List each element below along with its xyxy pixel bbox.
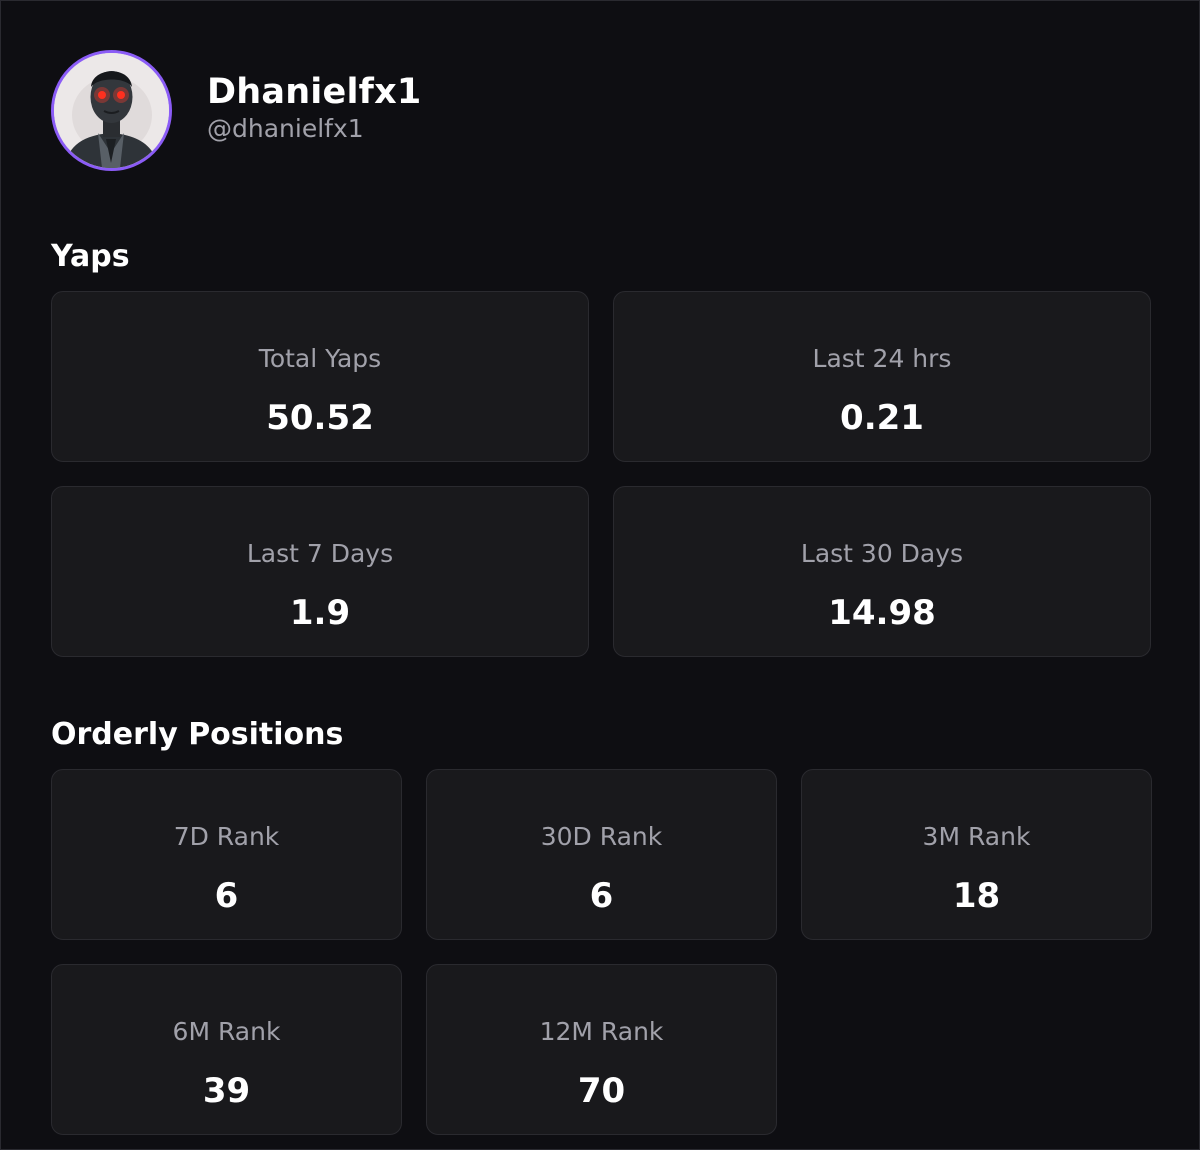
card-value: 6: [589, 876, 614, 916]
last-7-days-card: Last 7 Days 1.9: [51, 486, 589, 657]
card-label: Last 7 Days: [246, 539, 394, 568]
card-label: Last 30 Days: [800, 539, 964, 568]
profile-names: Dhanielfx1 @dhanielfx1: [207, 70, 421, 145]
profile-stats-panel: Dhanielfx1 @dhanielfx1 Yaps Total Yaps 5…: [0, 0, 1200, 1150]
user-handle[interactable]: @dhanielfx1: [207, 113, 421, 145]
card-label: Total Yaps: [258, 344, 382, 373]
card-value: 39: [202, 1071, 251, 1111]
card-value: 6: [214, 876, 239, 916]
user-avatar-icon: [54, 53, 169, 168]
profile-header: Dhanielfx1 @dhanielfx1: [51, 50, 421, 171]
card-label: 6M Rank: [172, 1017, 281, 1046]
yaps-section-title: Yaps: [51, 239, 130, 274]
rank-30d-card: 30D Rank 6: [426, 769, 777, 940]
last-24-hrs-card: Last 24 hrs 0.21: [613, 291, 1151, 462]
card-value: 14.98: [828, 593, 936, 633]
card-label: 7D Rank: [173, 822, 280, 851]
rank-3m-card: 3M Rank 18: [801, 769, 1152, 940]
rank-12m-card: 12M Rank 70: [426, 964, 777, 1135]
display-name: Dhanielfx1: [207, 72, 422, 112]
card-label: 3M Rank: [922, 822, 1031, 851]
card-value: 1.9: [289, 593, 351, 633]
card-label: Last 24 hrs: [812, 344, 952, 373]
last-30-days-card: Last 30 Days 14.98: [613, 486, 1151, 657]
avatar[interactable]: [51, 50, 172, 171]
rank-6m-card: 6M Rank 39: [51, 964, 402, 1135]
rank-7d-card: 7D Rank 6: [51, 769, 402, 940]
card-label: 30D Rank: [540, 822, 663, 851]
card-label: 12M Rank: [539, 1017, 664, 1046]
total-yaps-card: Total Yaps 50.52: [51, 291, 589, 462]
card-value: 50.52: [266, 398, 374, 438]
card-value: 18: [952, 876, 1001, 916]
card-value: 0.21: [840, 398, 924, 438]
card-value: 70: [577, 1071, 626, 1111]
orderly-positions-section-title: Orderly Positions: [51, 717, 344, 752]
